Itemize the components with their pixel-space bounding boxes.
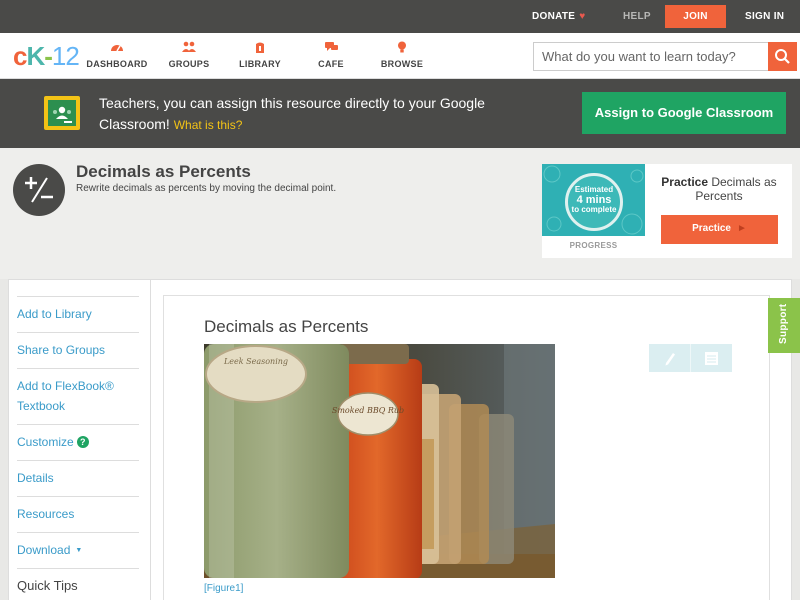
join-button[interactable]: JOIN	[665, 5, 726, 28]
share-to-groups-link[interactable]: Share to Groups	[17, 332, 139, 360]
google-classroom-icon	[44, 96, 80, 130]
spice-jars-image: Leek Seasoning Smoked BBQ Rub	[204, 344, 555, 578]
caret-down-icon: ▼	[75, 547, 83, 554]
nav-dashboard[interactable]: DASHBOARD	[82, 41, 152, 69]
dashboard-icon	[82, 41, 152, 57]
nav-cafe[interactable]: CAFE	[296, 41, 366, 69]
ck12-logo[interactable]: cK-12	[13, 42, 80, 70]
nav-browse[interactable]: BROWSE	[367, 41, 437, 69]
action-sidebar: Add to Library Share to Groups Add to Fl…	[9, 280, 151, 600]
add-to-flexbook-link[interactable]: Add to FlexBook® Textbook	[17, 368, 139, 416]
main-content-area: Add to Library Share to Groups Add to Fl…	[8, 279, 792, 600]
browse-icon	[367, 41, 437, 57]
concept-header: Decimals as Percents Rewrite decimals as…	[0, 148, 800, 279]
pencil-icon[interactable]	[649, 344, 690, 372]
quick-tips-heading[interactable]: Quick Tips	[17, 568, 139, 596]
lesson-content: Decimals as Percents Leek Seasoning Smok…	[163, 295, 770, 600]
nav-groups[interactable]: GROUPS	[154, 41, 224, 69]
search-icon	[775, 49, 790, 64]
annotation-tools	[649, 344, 732, 372]
assign-google-classroom-button[interactable]: Assign to Google Classroom	[582, 92, 786, 134]
top-bar: DONATE ♥ HELP JOIN SIGN IN	[0, 0, 800, 33]
figure-link[interactable]: [Figure1]	[204, 583, 243, 594]
support-tab[interactable]: Support	[768, 298, 800, 353]
search-input[interactable]	[534, 43, 769, 70]
progress-label: PROGRESS	[569, 241, 618, 250]
concept-subtitle: Rewrite decimals as percents by moving t…	[76, 183, 337, 194]
resources-link[interactable]: Resources	[17, 496, 139, 524]
practice-button[interactable]: Practice ►	[661, 215, 778, 244]
search-button[interactable]	[768, 42, 797, 71]
add-to-library-link[interactable]: Add to Library	[17, 296, 139, 324]
plus-minus-icon	[13, 164, 65, 216]
library-icon	[225, 41, 295, 57]
donate-link[interactable]: DONATE ♥	[532, 0, 586, 33]
chevron-right-icon: ►	[737, 223, 747, 234]
help-link[interactable]: HELP	[623, 0, 651, 33]
progress-graphic: Estimated 4 mins to complete	[542, 164, 645, 236]
groups-icon	[154, 41, 224, 57]
cafe-icon	[296, 41, 366, 57]
concept-title: Decimals as Percents	[76, 162, 251, 181]
practice-title: Practice Decimals as Percents	[661, 175, 777, 203]
lesson-title: Decimals as Percents	[204, 317, 369, 336]
right-jar-label: Smoked BBQ Rub	[332, 406, 404, 415]
notes-icon[interactable]	[691, 344, 732, 372]
nav-bar: cK-12 DASHBOARD GROUPS LIBRARY CAFE BROW…	[0, 33, 800, 79]
details-link[interactable]: Details	[17, 460, 139, 488]
nav-library[interactable]: LIBRARY	[225, 41, 295, 69]
search-box	[533, 42, 797, 71]
left-jar-label: Leek Seasoning	[223, 357, 288, 366]
estimate-circle: Estimated 4 mins to complete	[565, 173, 623, 231]
practice-card: Estimated 4 mins to complete PROGRESS Pr…	[542, 164, 792, 258]
donate-label: DONATE	[532, 11, 576, 22]
heart-icon: ♥	[579, 11, 586, 22]
help-icon[interactable]: ?	[76, 436, 89, 448]
google-classroom-message: Teachers, you can assign this resource d…	[99, 95, 485, 132]
sign-in-link[interactable]: SIGN IN	[745, 0, 784, 33]
google-classroom-banner: Teachers, you can assign this resource d…	[0, 79, 800, 148]
customize-link[interactable]: Customize?	[17, 424, 139, 452]
download-link[interactable]: Download ▼	[17, 532, 139, 561]
what-is-this-link[interactable]: What is this?	[174, 118, 243, 132]
